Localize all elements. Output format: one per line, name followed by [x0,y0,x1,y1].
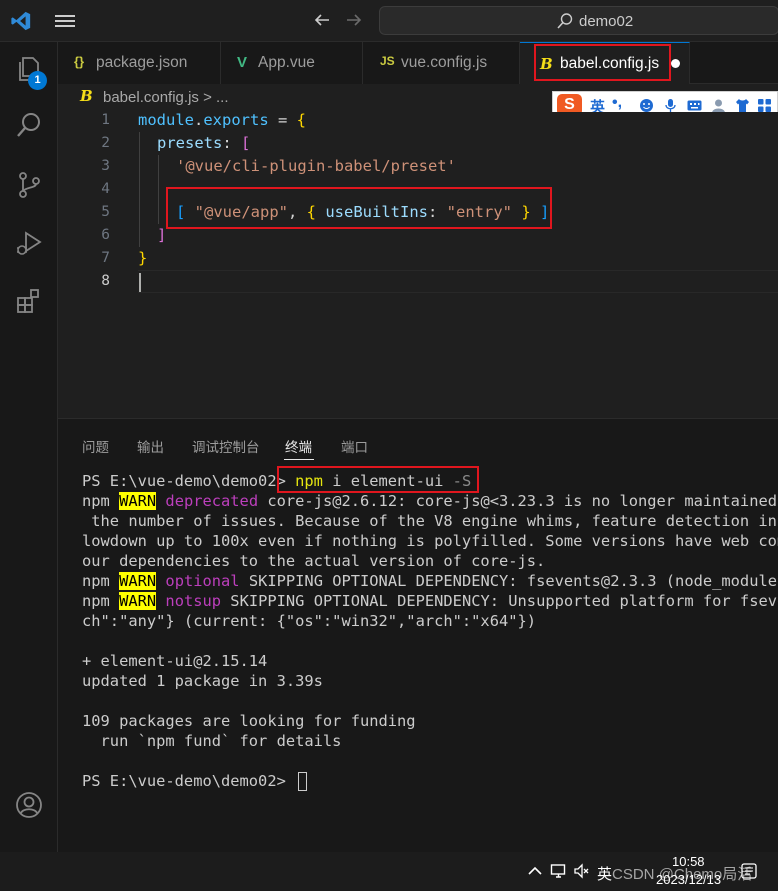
run-debug-icon[interactable] [14,228,44,258]
indent-guide [158,155,159,224]
menu-icon[interactable] [54,12,76,30]
text-cursor [139,273,141,292]
code-line-2: presets: [ [157,134,251,152]
js-file-icon: JS [380,54,395,68]
notification-icon[interactable] [740,862,758,880]
json-file-icon: {} [74,54,85,69]
arrow-right-icon[interactable] [344,10,364,30]
line-number: 7 [101,250,110,266]
network-icon[interactable] [550,862,568,880]
terminal-line: npm WARN notsup SKIPPING OPTIONAL DEPEND… [82,592,778,610]
chevron-up-icon[interactable] [526,862,544,880]
emoji-icon[interactable] [639,98,654,113]
panel-tab-terminal[interactable]: 终端 [285,436,312,456]
tab-label: vue.config.js [401,54,488,71]
title-bar: demo02 [0,0,778,42]
highlight-box-tab [534,44,671,81]
command-center-text: demo02 [579,13,634,30]
clock-date[interactable]: 2023/12/13 [656,872,721,887]
keyboard-icon[interactable] [687,98,702,113]
terminal-line: npm WARN deprecated core-js@2.6.12: core… [82,492,778,510]
search-icon [557,13,573,29]
clock-time[interactable]: 10:58 [672,854,705,869]
highlight-box-code [166,187,552,229]
vscode-logo-icon[interactable] [10,10,32,32]
source-control-icon[interactable] [14,170,44,200]
highlight-box-command [277,466,479,493]
code-line-7: } [138,249,148,267]
terminal-cursor [298,772,308,791]
line-number: 1 [101,112,110,128]
tab-vue-config-js[interactable]: JS vue.config.js [363,42,520,84]
tab-label: App.vue [258,54,315,71]
unsaved-dot-icon[interactable] [671,59,680,68]
code-editor[interactable]: 1 2 3 4 5 6 7 8 module.exports = { prese… [58,111,778,418]
terminal-line: updated 1 package in 3.39s [82,672,323,690]
panel-tab-ports[interactable]: 端口 [341,436,368,456]
babel-file-icon: B [80,87,93,105]
terminal-line: ch":"any"} (current: {"os":"win32","arch… [82,612,537,630]
panel-tab-debug-console[interactable]: 调试控制台 [192,436,260,456]
terminal-output[interactable]: PS E:\vue-demo\demo02> npm i element-ui … [82,471,778,851]
active-tab-indicator [284,459,314,460]
code-line-3: '@vue/cli-plugin-babel/preset' [176,157,456,175]
arrow-left-icon[interactable] [312,10,332,30]
command-center-search[interactable]: demo02 [379,6,778,35]
line-number: 2 [101,135,110,151]
microphone-icon[interactable] [663,98,678,113]
user-icon[interactable] [711,98,726,113]
tab-app-vue[interactable]: V App.vue [221,42,363,84]
panel-tab-problems[interactable]: 问题 [82,436,109,456]
code-line-6: ] [157,226,167,244]
panel-tab-output[interactable]: 输出 [137,436,164,456]
line-number: 6 [101,227,110,243]
code-line-1: module.exports = { [138,111,307,129]
terminal-line: run `npm fund` for details [82,732,342,750]
terminal-line: the number of issues. Because of the V8 … [82,512,778,530]
skin-shirt-icon[interactable] [735,98,750,113]
terminal-line: 109 packages are looking for funding [82,712,416,730]
terminal-line: npm WARN optional SKIPPING OPTIONAL DEPE… [82,572,778,590]
input-language-indicator[interactable]: 英 [597,863,612,884]
line-number: 8 [101,273,110,289]
volume-muted-icon[interactable] [573,862,591,880]
terminal-line: lowdown up to 100x even if nothing is po… [82,532,778,550]
extensions-icon[interactable] [14,286,44,316]
code-area[interactable]: module.exports = { presets: [ '@vue/cli-… [138,111,778,418]
terminal-line: + element-ui@2.15.14 [82,652,268,670]
vue-file-icon: V [237,54,248,71]
terminal-line: PS E:\vue-demo\demo02> [82,771,308,791]
toolbox-grid-icon[interactable] [757,98,772,113]
line-number: 4 [101,181,110,197]
indent-guide [139,132,140,247]
tab-label: package.json [96,54,188,71]
account-icon[interactable] [14,790,44,820]
ime-punctuation-toggle[interactable]: •, [612,94,622,112]
activity-bar: 1 [0,42,58,891]
line-number: 5 [101,204,110,220]
line-number-gutter: 1 2 3 4 5 6 7 8 [58,112,118,418]
terminal-line: our dependencies to the actual version o… [82,552,546,570]
windows-taskbar: 英 CSDN @Chemo局活 10:58 2023/12/13 [0,852,778,891]
breadcrumb-text[interactable]: babel.config.js > ... [103,89,229,106]
explorer-badge: 1 [28,71,47,90]
line-number: 3 [101,158,110,174]
tab-package-json[interactable]: {} package.json [58,42,221,84]
search-icon[interactable] [14,110,44,140]
current-line-highlight [138,270,778,293]
